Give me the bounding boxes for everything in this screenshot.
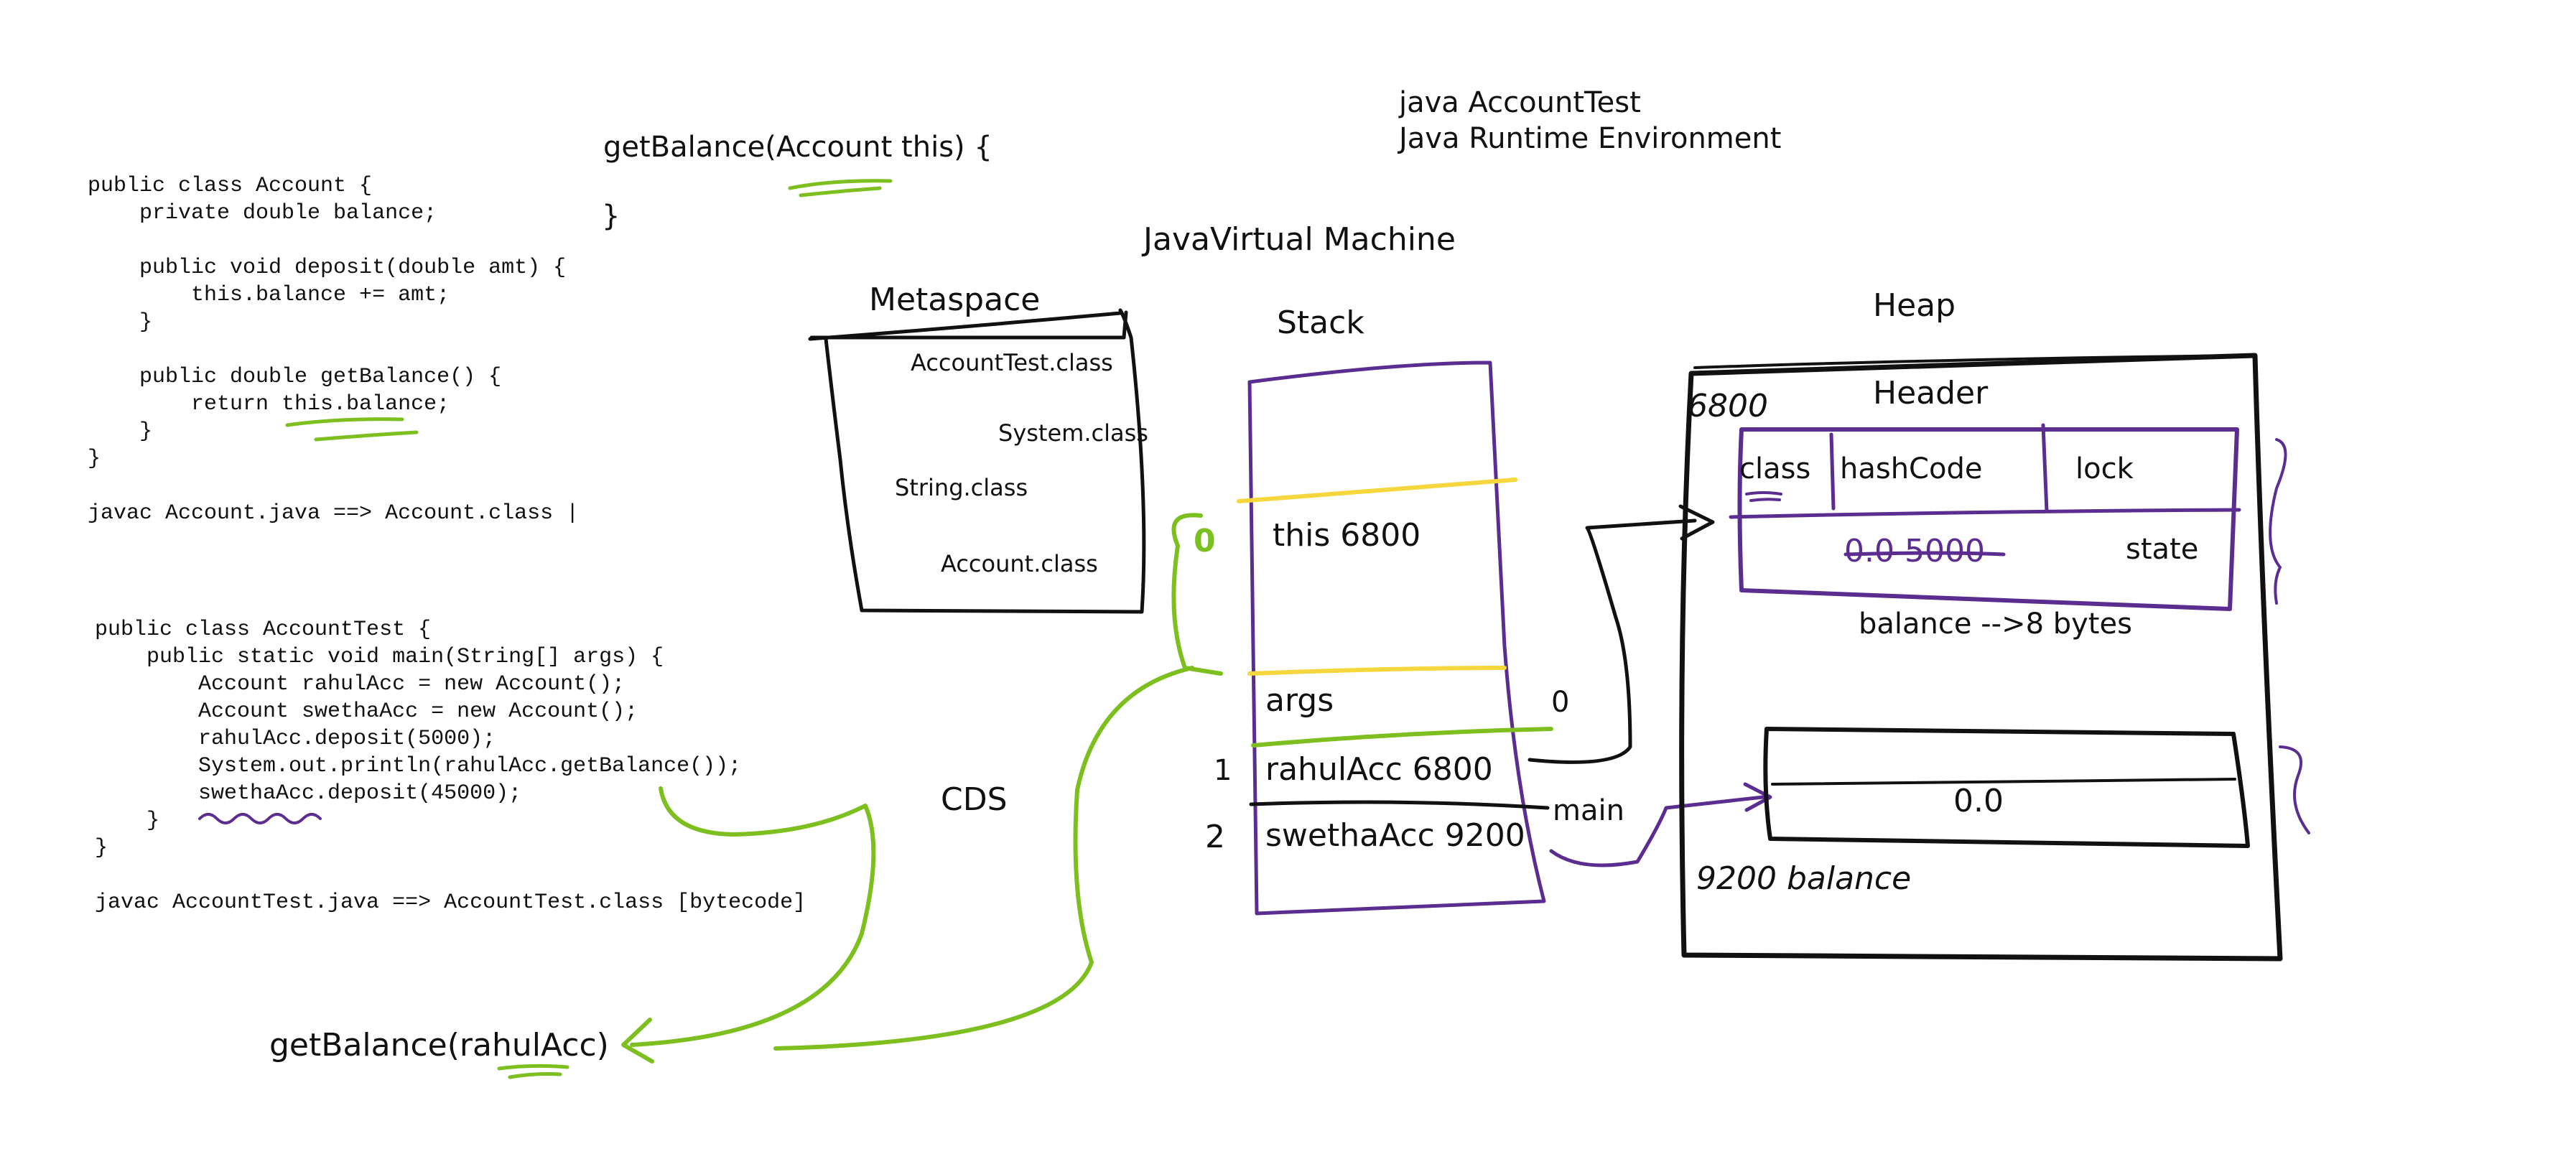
- cds-label: CDS: [941, 781, 1008, 818]
- stack-frame-index: 0: [1194, 523, 1216, 559]
- code-line: System.out.println(rahulAcc.getBalance()…: [95, 754, 742, 778]
- object1-row-divider: [1729, 508, 2241, 519]
- code-line: Account swethaAcc = new Account();: [95, 699, 638, 724]
- green-underline-call: [497, 1064, 569, 1079]
- yellow-frame-line-top: [1237, 478, 1517, 503]
- code-line: rahulAcc.deposit(5000);: [95, 727, 496, 751]
- code-line: public class Account {: [88, 174, 373, 198]
- header-field-hashcode: hashCode: [1840, 452, 1983, 485]
- code-line: }: [95, 836, 108, 860]
- stack-separator: [1249, 800, 1550, 810]
- get-balance-signature: getBalance(Account this) {: [603, 131, 992, 164]
- object2-box: [1763, 727, 2250, 848]
- header-field-class: class: [1739, 452, 1811, 485]
- code-line: private double balance;: [88, 201, 437, 225]
- metaspace-class-string: String.class: [895, 474, 1028, 501]
- object2-note: 9200 balance: [1696, 860, 1912, 897]
- account-code-block: public class Account { private double ba…: [88, 172, 579, 527]
- object1-state-value: 0.0 5000: [1844, 533, 1985, 569]
- header-field-lock: lock: [2075, 452, 2134, 485]
- code-line: public class AccountTest {: [95, 618, 432, 642]
- stack-slot-index-1: 1: [1214, 754, 1232, 787]
- code-line: swethaAcc.deposit(45000);: [95, 781, 522, 806]
- code-line: this.balance += amt;: [88, 283, 450, 307]
- green-underline-signature: [788, 179, 893, 197]
- object1-header-label: Header: [1873, 375, 1989, 411]
- metaspace-title: Metaspace: [869, 281, 1041, 318]
- code-line: Account rahulAcc = new Account();: [95, 672, 626, 697]
- purple-squiggle-right-1: [2269, 438, 2287, 605]
- code-line: public double getBalance() {: [88, 365, 502, 389]
- stack-slot-swetha: swethaAcc 9200: [1265, 817, 1525, 854]
- code-line: public void deposit(double amt) {: [88, 256, 567, 280]
- stack-slot-rahul: rahulAcc 6800: [1265, 751, 1493, 788]
- get-balance-call: getBalance(rahulAcc): [269, 1027, 609, 1064]
- object1-balance-note: balance -->8 bytes: [1859, 608, 2132, 641]
- class-underline: [1745, 491, 1782, 502]
- stack-title: Stack: [1277, 304, 1364, 341]
- code-line: }: [88, 419, 153, 444]
- run-command: java AccountTest: [1399, 86, 1641, 119]
- stack-slot-args: args: [1265, 682, 1334, 719]
- stack-slot-this: this 6800: [1273, 517, 1421, 554]
- code-line: }: [95, 809, 160, 833]
- object1-col-divider-2: [2041, 423, 2049, 513]
- whiteboard-canvas: public class Account { private double ba…: [0, 0, 2576, 1154]
- metaspace-class-account: Account.class: [941, 550, 1098, 577]
- heap-title: Heap: [1873, 287, 1956, 324]
- code-line: }: [88, 447, 101, 471]
- signature-close-brace: }: [602, 200, 620, 233]
- object1-col-divider-1: [1829, 432, 1836, 511]
- metaspace-class-system: System.class: [998, 419, 1148, 447]
- object2-value: 0.0: [1953, 783, 2004, 819]
- code-line: public static void main(String[] args) {: [95, 645, 664, 669]
- arrow-rahul-to-object1: [1528, 518, 1697, 764]
- jvm-title: JavaVirtual Machine: [1143, 221, 1456, 258]
- code-line: javac Account.java ==> Account.class |: [88, 501, 580, 526]
- object2-row-divider: [1771, 778, 2236, 786]
- stack-slot-index-0: 0: [1551, 686, 1570, 719]
- code-line: }: [88, 310, 153, 335]
- code-line: return this.balance;: [88, 392, 450, 417]
- jre-label: Java Runtime Environment: [1399, 122, 1782, 155]
- object1-box: [1737, 427, 2239, 611]
- code-line: javac AccountTest.java ==> AccountTest.c…: [95, 890, 806, 915]
- metaspace-class-accounttest: AccountTest.class: [911, 349, 1113, 376]
- stack-slot-index-2: 2: [1205, 819, 1225, 855]
- purple-squiggle-right-2: [2279, 745, 2310, 834]
- stack-frame-label: main: [1553, 794, 1624, 827]
- green-arrowhead-call: [621, 1018, 654, 1064]
- green-line-args: [1251, 727, 1553, 748]
- object1-state-label: state: [2126, 533, 2199, 566]
- green-arrow-stack-to-call: [773, 666, 1194, 1051]
- object1-address: 6800: [1688, 388, 1768, 424]
- accounttest-code-block: public class AccountTest { public static…: [95, 616, 806, 916]
- yellow-frame-line-args: [1247, 666, 1507, 676]
